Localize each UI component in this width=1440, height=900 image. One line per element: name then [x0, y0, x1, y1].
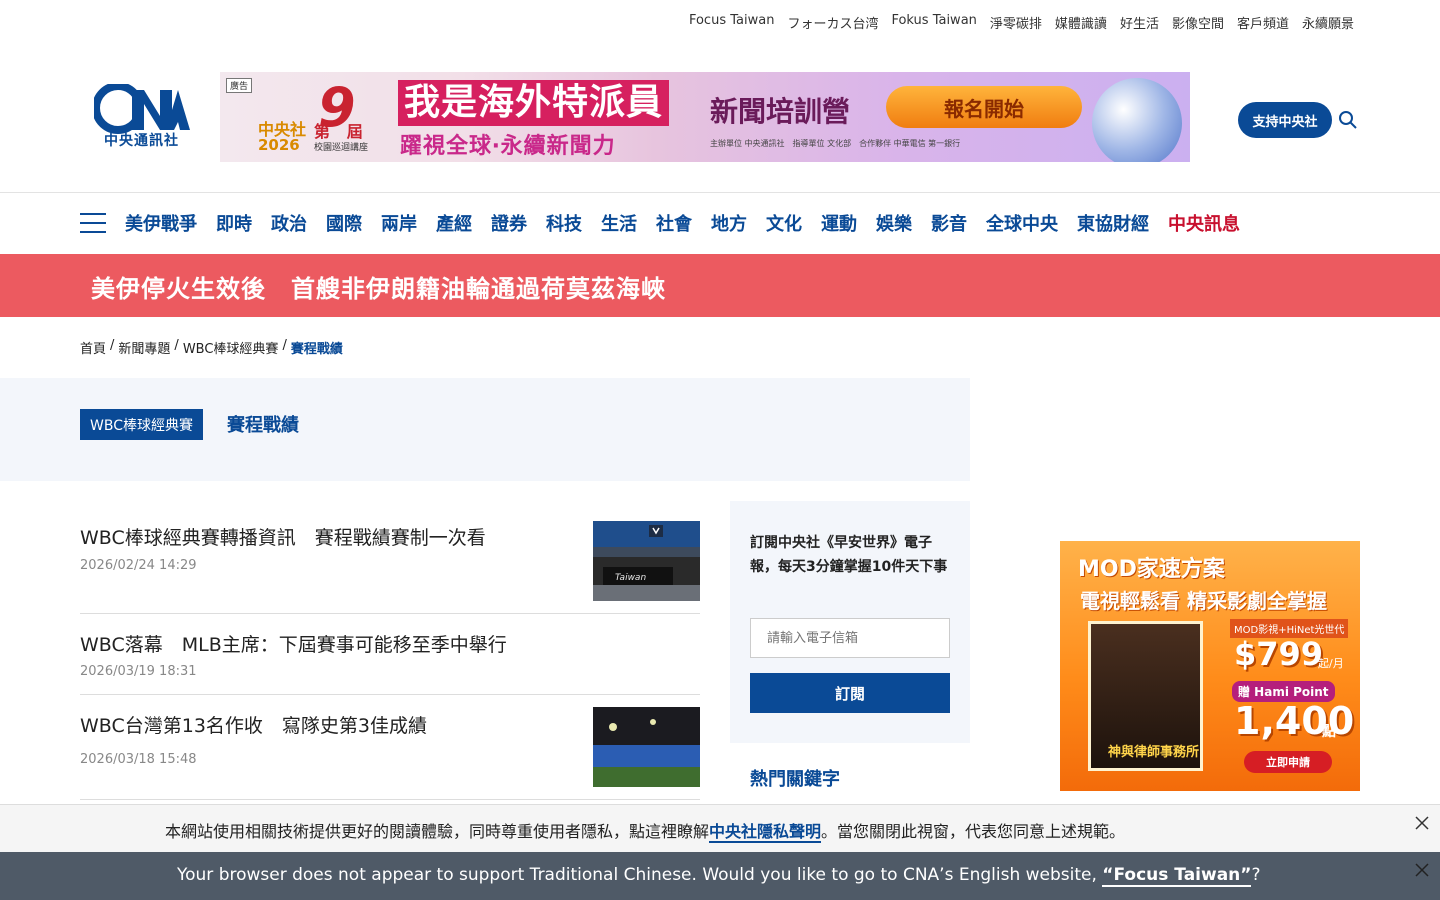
main-nav: 美伊戰爭 即時 政治 國際 兩岸 產經 證券 科技 生活 社會 地方 文化 運動…: [0, 192, 1440, 254]
newsletter-panel: 訂閱中央社《早安世界》電子報，每天3分鐘掌握10件天下事 訂閱: [730, 501, 970, 743]
svg-text:Taiwan: Taiwan: [615, 573, 646, 583]
ad-points-unit: 點: [1322, 724, 1336, 740]
ad-poster-title: 神與律師事務所: [1108, 745, 1200, 760]
article-date: 2026/03/18 15:48: [80, 752, 197, 767]
banner-slogan: 躍視全球‧永續新聞力: [400, 134, 616, 159]
nav-item[interactable]: 政治: [271, 210, 307, 236]
close-icon[interactable]: [1414, 862, 1430, 878]
globe-icon: [1092, 78, 1182, 162]
focus-taiwan-link[interactable]: “Focus Taiwan”: [1102, 865, 1252, 887]
article-thumbnail[interactable]: [593, 707, 700, 787]
close-icon[interactable]: [1414, 815, 1430, 831]
nav-item[interactable]: 影音: [931, 210, 967, 236]
banner-title: 我是海外特派員: [398, 80, 670, 126]
article-thumbnail[interactable]: Taiwan: [593, 521, 700, 601]
nav-item[interactable]: 國際: [326, 210, 362, 236]
banner-signup-button[interactable]: 報名開始: [886, 86, 1082, 128]
ad-price-unit: 起/月: [1318, 657, 1344, 670]
nav-item[interactable]: 社會: [656, 210, 692, 236]
list-item[interactable]: WBC台灣第13名作收 寫隊史第3佳成績 2026/03/18 15:48: [80, 695, 700, 800]
cookie-text: 本網站使用相關技術提供更好的閱讀體驗，同時尊重使用者隱私，點這裡瞭解中央社隱私聲…: [165, 822, 1126, 843]
nav-item[interactable]: 美伊戰爭: [125, 210, 197, 236]
article-date: 2026/02/24 14:29: [80, 558, 197, 573]
ad-tagline: 電視輕鬆看 精采影劇全掌握: [1080, 589, 1327, 613]
top-link-fokus-taiwan[interactable]: Fokus Taiwan: [891, 13, 976, 32]
list-item[interactable]: WBC落幕 MLB主席：下屆賽事可能移至季中舉行 2026/03/19 18:3…: [80, 614, 700, 695]
top-link-good-life[interactable]: 好生活: [1120, 13, 1159, 32]
nav-item[interactable]: 運動: [821, 210, 857, 236]
email-input[interactable]: [750, 618, 950, 658]
list-item[interactable]: WBC棒球經典賽轉播資訊 賽程戰績賽制一次看 2026/02/24 14:29 …: [80, 501, 700, 614]
topic-header: WBC棒球經典賽 賽程戰績: [0, 378, 970, 481]
ad-price: $799: [1234, 635, 1324, 673]
language-text: Your browser does not appear to support …: [177, 865, 1261, 887]
breadcrumb-separator: /: [282, 338, 287, 353]
breaking-headline[interactable]: 美伊停火生效後 首艘非伊朗籍油輪通過荷莫茲海峽: [91, 269, 666, 304]
privacy-link[interactable]: 中央社隱私聲明: [709, 822, 822, 843]
banner-edition: 第 屆: [314, 122, 363, 141]
nav-item[interactable]: 東協財經: [1077, 210, 1149, 236]
nav-item[interactable]: 產經: [436, 210, 472, 236]
nav-item[interactable]: 地方: [711, 210, 747, 236]
top-link-image-space[interactable]: 影像空間: [1172, 13, 1224, 32]
ad-points: 1,400: [1234, 699, 1355, 743]
breadcrumb-home[interactable]: 首頁: [80, 338, 106, 357]
top-link-sustainability[interactable]: 永續願景: [1302, 13, 1354, 32]
side-ad[interactable]: MOD家速方案 電視輕鬆看 精采影劇全掌握 神與律師事務所 MOD影視+HiNe…: [1060, 541, 1360, 791]
article-title[interactable]: WBC棒球經典賽轉播資訊 賽程戰績賽制一次看: [80, 523, 486, 550]
breadcrumb-separator: /: [110, 338, 115, 353]
nav-item[interactable]: 即時: [216, 210, 252, 236]
ad-brand: MOD家速方案: [1078, 557, 1225, 582]
top-link-focus-taiwan[interactable]: Focus Taiwan: [689, 13, 774, 32]
nav-item[interactable]: 文化: [766, 210, 802, 236]
nav-items: 美伊戰爭 即時 政治 國際 兩岸 產經 證券 科技 生活 社會 地方 文化 運動…: [125, 210, 1240, 236]
top-link-client-channel[interactable]: 客戶頻道: [1237, 13, 1289, 32]
article-title[interactable]: WBC落幕 MLB主席：下屆賽事可能移至季中舉行: [80, 630, 507, 657]
newsletter-description: 訂閱中央社《早安世界》電子報，每天3分鐘掌握10件天下事: [750, 535, 948, 575]
top-link-media-literacy[interactable]: 媒體識讀: [1055, 13, 1107, 32]
nav-item[interactable]: 生活: [601, 210, 637, 236]
breadcrumb-topics[interactable]: 新聞專題: [118, 338, 170, 357]
top-link-net-zero[interactable]: 淨零碳排: [990, 13, 1042, 32]
hot-keywords-title: 熱門關鍵字: [750, 769, 840, 790]
search-icon[interactable]: [1338, 110, 1358, 130]
topic-name: 賽程戰績: [227, 415, 299, 436]
nav-item[interactable]: 科技: [546, 210, 582, 236]
breadcrumb-separator: /: [174, 338, 179, 353]
nav-item[interactable]: 證券: [491, 210, 527, 236]
language-notice: Your browser does not appear to support …: [0, 852, 1440, 900]
hamburger-menu-icon[interactable]: [80, 213, 106, 233]
logo-text: 中央通訊社: [104, 133, 179, 149]
top-links: Focus Taiwan フォーカス台湾 Fokus Taiwan 淨零碳排 媒…: [689, 13, 1354, 32]
article-date: 2026/03/19 18:31: [80, 664, 197, 679]
breadcrumb: 首頁 / 新聞專題 / WBC棒球經典賽 / 賽程戰績: [80, 338, 343, 357]
nav-item[interactable]: 娛樂: [876, 210, 912, 236]
cookie-notice: 本網站使用相關技術提供更好的閱讀體驗，同時尊重使用者隱私，點這裡瞭解中央社隱私聲…: [0, 804, 1440, 852]
banner-ad[interactable]: 廣告 中央社 2026 9 第 屆 校園巡迴講座 我是海外特派員 躍視全球‧永續…: [220, 72, 1190, 162]
top-link-focus-taiwan-jp[interactable]: フォーカス台湾: [787, 13, 878, 32]
breadcrumb-wbc[interactable]: WBC棒球經典賽: [183, 338, 279, 357]
banner-year: 2026: [258, 136, 300, 154]
breadcrumb-current[interactable]: 賽程戰績: [291, 338, 343, 357]
breaking-news-bar[interactable]: 美伊停火生效後 首艘非伊朗籍油輪通過荷莫茲海峽: [0, 254, 1440, 317]
top-links-bar: Focus Taiwan フォーカス台湾 Fokus Taiwan 淨零碳排 媒…: [0, 0, 1440, 44]
banner-sub: 校園巡迴講座: [314, 143, 369, 153]
nav-item-cna-news[interactable]: 中央訊息: [1168, 210, 1240, 236]
article-title[interactable]: WBC台灣第13名作收 寫隊史第3佳成績: [80, 711, 427, 738]
nav-item[interactable]: 全球中央: [986, 210, 1058, 236]
banner-camp: 新聞培訓營: [710, 95, 851, 128]
nav-item[interactable]: 兩岸: [381, 210, 417, 236]
ad-tag: 廣告: [226, 78, 253, 93]
ad-cta-button[interactable]: 立即申請: [1244, 751, 1332, 773]
topic-tag[interactable]: WBC棒球經典賽: [80, 409, 203, 440]
banner-sponsors: 主辦單位 中央通訊社 指導單位 文化部 合作夥伴 中華電信 第一銀行: [710, 139, 961, 148]
subscribe-button[interactable]: 訂閱: [750, 673, 950, 713]
support-button[interactable]: 支持中央社: [1238, 102, 1332, 138]
